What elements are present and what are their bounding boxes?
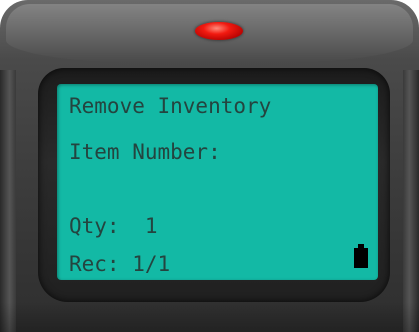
item-number-prompt[interactable]: Item Number: bbox=[69, 142, 221, 163]
quantity-field[interactable]: Qty: 1 bbox=[69, 216, 158, 237]
device-screen: Remove Inventory Item Number: Qty: 1 Rec… bbox=[57, 84, 378, 280]
scanner-device: Remove Inventory Item Number: Qty: 1 Rec… bbox=[0, 0, 419, 332]
record-counter: Rec: 1/1 bbox=[69, 252, 171, 276]
battery-icon bbox=[354, 244, 368, 268]
device-bottom-shade bbox=[0, 302, 419, 332]
screen-title: Remove Inventory bbox=[69, 94, 272, 118]
device-side-right bbox=[403, 70, 419, 332]
battery-body bbox=[354, 248, 368, 268]
device-side-left bbox=[0, 70, 16, 332]
status-led-indicator bbox=[195, 22, 243, 40]
